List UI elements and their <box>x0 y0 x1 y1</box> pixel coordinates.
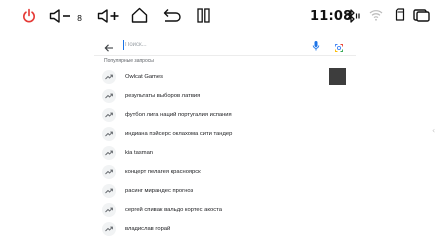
android-screen: 8 11:08 Поиск... Популярные запросы Owlc… <box>0 0 438 249</box>
list-item-text: концерт пелагея красноярск <box>125 169 201 176</box>
list-item-text: расинг мирандес прогноз <box>125 188 194 195</box>
trending-up-icon <box>102 69 116 84</box>
list-item-text: kia tasman <box>125 149 154 156</box>
trending-up-icon <box>102 203 116 218</box>
wifi-icon <box>369 9 383 21</box>
list-item-text: индиана пэйсерс оклахома сити тандер <box>125 130 233 137</box>
system-bar: 8 11:08 <box>0 0 438 34</box>
trending-up-icon <box>102 107 116 122</box>
edge-handle[interactable]: ‹ <box>432 126 435 135</box>
trending-up-icon <box>102 165 116 180</box>
trending-thumbnail[interactable] <box>329 68 346 85</box>
volume-level: 8 <box>77 14 83 23</box>
list-item[interactable]: сергей спивак вальдо кортес акоста <box>94 201 356 220</box>
list-item[interactable]: расинг мирандес прогноз <box>94 182 356 201</box>
volume-up-icon[interactable] <box>97 9 121 23</box>
home-icon[interactable] <box>131 7 148 23</box>
list-item[interactable]: kia tasman <box>94 143 356 162</box>
trending-list: Owlcat Games результаты выборов латвия ф… <box>94 67 356 239</box>
list-item-text: футбол лига наций португалия испания <box>125 111 232 118</box>
trending-up-icon <box>102 222 116 237</box>
search-bar <box>94 35 356 56</box>
trending-up-icon <box>102 184 116 199</box>
back-icon[interactable] <box>163 8 183 23</box>
power-icon[interactable] <box>22 8 36 24</box>
list-item[interactable]: футбол лига наций португалия испания <box>94 105 356 124</box>
list-item-text: результаты выборов латвия <box>125 92 201 99</box>
arrow-left-icon[interactable] <box>104 40 114 52</box>
trending-up-icon <box>102 126 116 141</box>
list-item[interactable]: владислав горай <box>94 220 356 239</box>
list-item-text: сергей спивак вальдо кортес акоста <box>125 207 222 214</box>
list-item-text: Owlcat Games <box>125 73 164 80</box>
trending-up-icon <box>102 88 116 103</box>
trending-label: Популярные запросы <box>104 58 154 64</box>
recents-icon[interactable] <box>197 8 210 23</box>
search-panel: Популярные запросы Owlcat Games результа… <box>94 35 356 249</box>
volume-down-icon[interactable] <box>49 9 73 23</box>
list-item-text: владислав горай <box>125 226 171 233</box>
mic-icon[interactable] <box>312 39 320 51</box>
list-item[interactable]: концерт пелагея красноярск <box>94 162 356 181</box>
list-item[interactable]: результаты выборов латвия <box>94 86 356 105</box>
lens-icon[interactable] <box>334 40 344 52</box>
sd-card-icon <box>395 8 405 21</box>
trending-up-icon <box>102 145 116 160</box>
list-item[interactable]: Owlcat Games <box>94 67 356 86</box>
bluetooth-icon <box>346 9 361 23</box>
window-icon[interactable] <box>413 9 430 22</box>
list-item[interactable]: индиана пэйсерс оклахома сити тандер <box>94 124 356 143</box>
search-input[interactable] <box>124 38 305 52</box>
